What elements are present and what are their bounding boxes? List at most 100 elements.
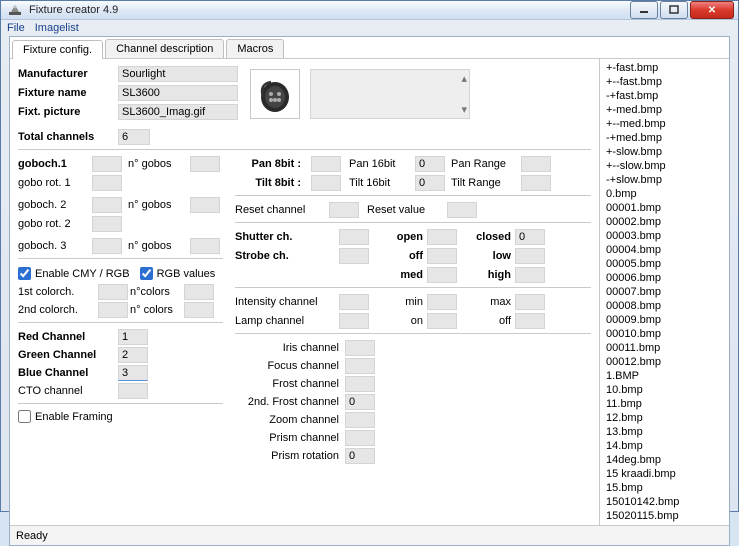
strobe-ch-input[interactable] — [339, 248, 369, 264]
list-item[interactable]: +-slow.bmp — [600, 145, 729, 159]
lamp-ch-input[interactable] — [339, 313, 369, 329]
list-item[interactable]: 00002.bmp — [600, 215, 729, 229]
list-item[interactable]: +--slow.bmp — [600, 159, 729, 173]
list-item[interactable]: 00007.bmp — [600, 285, 729, 299]
shutter-ch-input[interactable] — [339, 229, 369, 245]
tiltrange-input[interactable] — [521, 175, 551, 191]
tilt8-input[interactable] — [311, 175, 341, 191]
goboch3-input[interactable] — [92, 238, 122, 254]
list-item[interactable]: -+med.bmp — [600, 131, 729, 145]
label-high: high — [467, 269, 511, 281]
maximize-button[interactable] — [660, 1, 688, 19]
list-item[interactable]: 15010142.bmp — [600, 495, 729, 509]
closed-input[interactable]: 0 — [515, 229, 545, 245]
file-list[interactable]: +-fast.bmp+--fast.bmp-+fast.bmp+-med.bmp… — [599, 59, 729, 525]
pan16-input[interactable]: 0 — [415, 156, 445, 172]
second-colorch-input[interactable] — [98, 302, 128, 318]
menu-imagelist[interactable]: Imagelist — [35, 22, 79, 34]
ncolors2-input[interactable] — [184, 302, 214, 318]
reset-value-input[interactable] — [447, 202, 477, 218]
strobe-off-input[interactable] — [427, 248, 457, 264]
red-channel-input[interactable]: 1 — [118, 329, 148, 345]
reset-channel-input[interactable] — [329, 202, 359, 218]
list-item[interactable]: 00010.bmp — [600, 327, 729, 341]
green-channel-input[interactable]: 2 — [118, 347, 148, 363]
textarea-down-icon[interactable]: ▾ — [461, 103, 467, 116]
goborot1-input[interactable] — [92, 175, 122, 191]
list-item[interactable]: 0.bmp — [600, 187, 729, 201]
goboch1-input[interactable] — [92, 156, 122, 172]
minimize-button[interactable] — [630, 1, 658, 19]
list-item[interactable]: 14.bmp — [600, 439, 729, 453]
ngobos3-input[interactable] — [190, 238, 220, 254]
list-item[interactable]: 13.bmp — [600, 425, 729, 439]
list-item[interactable]: 00005.bmp — [600, 257, 729, 271]
list-item[interactable]: 12.bmp — [600, 411, 729, 425]
list-item[interactable]: +-med.bmp — [600, 103, 729, 117]
intensity-min-input[interactable] — [427, 294, 457, 310]
frost-ch-input[interactable] — [345, 376, 375, 392]
description-textarea[interactable]: ▴▾ — [310, 69, 470, 119]
intensity-ch-input[interactable] — [339, 294, 369, 310]
tab-macros[interactable]: Macros — [226, 39, 284, 58]
list-item[interactable]: 00008.bmp — [600, 299, 729, 313]
list-item[interactable]: 00011.bmp — [600, 341, 729, 355]
enable-framing-checkbox[interactable]: Enable Framing — [18, 410, 223, 423]
ngobos1-input[interactable] — [190, 156, 220, 172]
prism-ch-input[interactable] — [345, 430, 375, 446]
manufacturer-input[interactable]: Sourlight — [118, 66, 238, 82]
blue-channel-input[interactable]: 3 — [118, 365, 148, 381]
tab-fixture-config[interactable]: Fixture config. — [12, 40, 103, 59]
frost2-ch-input[interactable]: 0 — [345, 394, 375, 410]
fixture-name-input[interactable]: SL3600 — [118, 85, 238, 101]
tab-channel-description[interactable]: Channel description — [105, 39, 224, 58]
cto-channel-input[interactable] — [118, 383, 148, 399]
status-text: Ready — [16, 530, 48, 542]
zoom-ch-input[interactable] — [345, 412, 375, 428]
panrange-input[interactable] — [521, 156, 551, 172]
label-focus-ch: Focus channel — [235, 360, 345, 372]
list-item[interactable]: 15020115.bmp — [600, 509, 729, 523]
strobe-low-input[interactable] — [515, 248, 545, 264]
list-item[interactable]: -+fast.bmp — [600, 89, 729, 103]
lamp-off-input[interactable] — [515, 313, 545, 329]
list-item[interactable]: 00001.bmp — [600, 201, 729, 215]
list-item[interactable]: 11.bmp — [600, 397, 729, 411]
list-item[interactable]: 15.bmp — [600, 481, 729, 495]
list-item[interactable]: -+slow.bmp — [600, 173, 729, 187]
list-item[interactable]: 00006.bmp — [600, 271, 729, 285]
first-colorch-input[interactable] — [98, 284, 128, 300]
fixt-picture-input[interactable]: SL3600_Imag.gif — [118, 104, 238, 120]
list-item[interactable]: 00004.bmp — [600, 243, 729, 257]
pan8-input[interactable] — [311, 156, 341, 172]
focus-ch-input[interactable] — [345, 358, 375, 374]
tilt16-input[interactable]: 0 — [415, 175, 445, 191]
lamp-on-input[interactable] — [427, 313, 457, 329]
goboch2-input[interactable] — [92, 197, 122, 213]
list-item[interactable]: +-fast.bmp — [600, 61, 729, 75]
prism-rot-input[interactable]: 0 — [345, 448, 375, 464]
rgb-values-checkbox[interactable]: RGB values — [140, 267, 216, 280]
list-item[interactable]: +--med.bmp — [600, 117, 729, 131]
list-item[interactable]: 15 kraadi.bmp — [600, 467, 729, 481]
textarea-up-icon[interactable]: ▴ — [461, 72, 467, 85]
ngobos2-input[interactable] — [190, 197, 220, 213]
list-item[interactable]: 14deg.bmp — [600, 453, 729, 467]
enable-cmy-checkbox[interactable]: Enable CMY / RGB — [18, 267, 130, 280]
intensity-max-input[interactable] — [515, 294, 545, 310]
list-item[interactable]: 00012.bmp — [600, 355, 729, 369]
ncolors1-input[interactable] — [184, 284, 214, 300]
list-item[interactable]: +--fast.bmp — [600, 75, 729, 89]
close-button[interactable]: ✕ — [690, 1, 734, 19]
list-item[interactable]: 1.BMP — [600, 369, 729, 383]
list-item[interactable]: 10.bmp — [600, 383, 729, 397]
list-item[interactable]: 00009.bmp — [600, 313, 729, 327]
total-channels-input[interactable]: 6 — [118, 129, 150, 145]
open-input[interactable] — [427, 229, 457, 245]
list-item[interactable]: 00003.bmp — [600, 229, 729, 243]
iris-ch-input[interactable] — [345, 340, 375, 356]
strobe-med-input[interactable] — [427, 267, 457, 283]
menu-file[interactable]: File — [7, 22, 25, 34]
strobe-high-input[interactable] — [515, 267, 545, 283]
goborot2-input[interactable] — [92, 216, 122, 232]
